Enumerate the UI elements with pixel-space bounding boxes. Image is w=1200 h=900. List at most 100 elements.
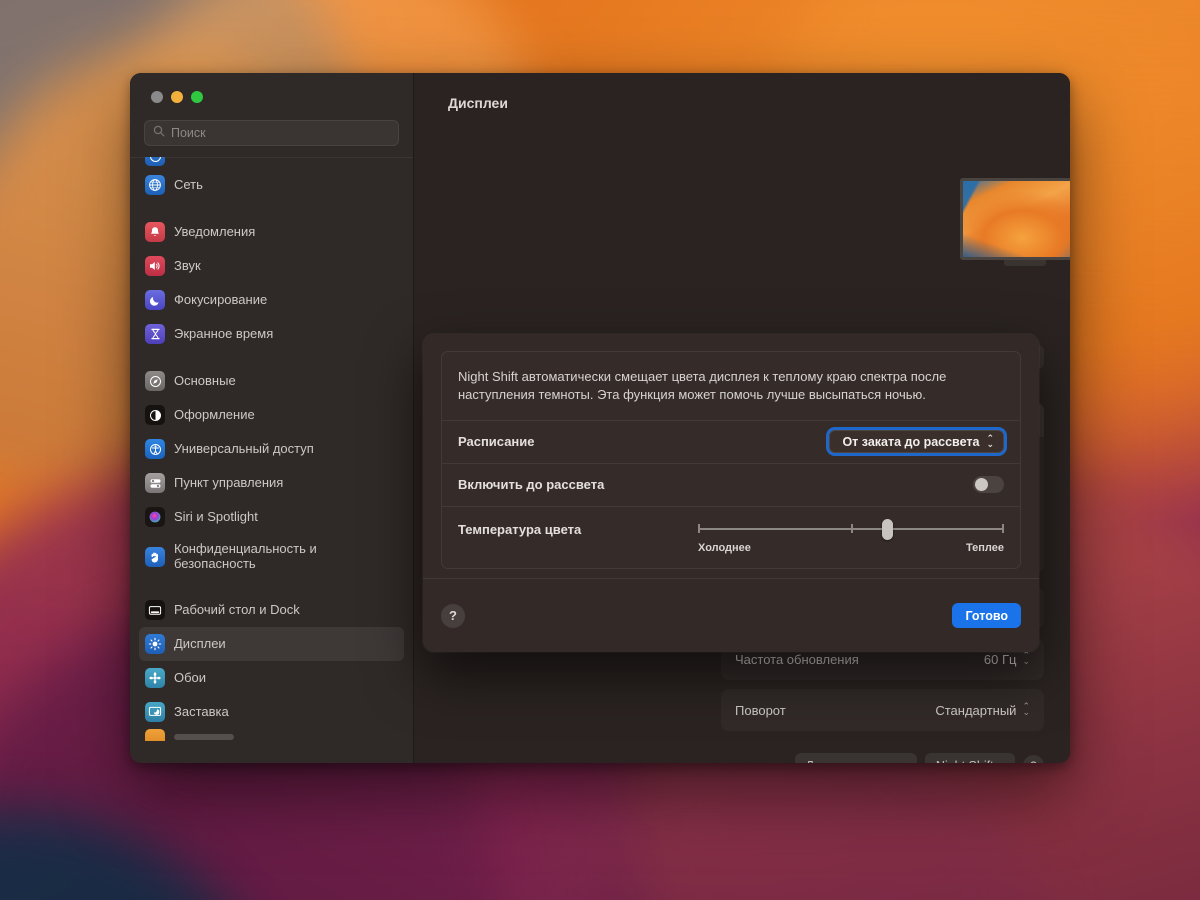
slider-min-label: Холоднее <box>698 541 751 554</box>
color-temperature-slider[interactable]: Холоднее Теплее <box>698 518 1004 554</box>
sidebar-item-label: Сеть <box>174 176 203 192</box>
sidebar-item-label: Конфиденциальность и безопасность <box>174 541 317 571</box>
sidebar-item-label: Заставка <box>174 703 229 719</box>
until-sunrise-row: Включить до рассвета <box>442 462 1020 506</box>
schedule-popup-button[interactable]: От заката до рассвета ⌃ ⌄ <box>829 430 1004 454</box>
displays-icon <box>145 634 165 654</box>
sidebar-item-partial-bottom[interactable] <box>139 729 404 741</box>
sidebar-item-label: Рабочий стол и Dock <box>174 601 300 617</box>
bottom-buttons: Дополнительно... Night Shift... ? <box>794 753 1044 763</box>
sidebar-item-label: Уведомления <box>174 223 256 239</box>
sidebar-item-displays[interactable]: Дисплеи <box>139 627 404 661</box>
wallpaper-icon <box>145 668 165 688</box>
sidebar: Сеть Уведомления <box>130 73 414 763</box>
rotation-label: Поворот <box>735 702 786 718</box>
search-container <box>130 120 413 157</box>
search-icon <box>153 124 165 142</box>
night-shift-dialog: Night Shift автоматически смещает цвета … <box>423 334 1039 652</box>
rotation-row[interactable]: Поворот Стандартный ⌃ ⌄ <box>721 689 1044 731</box>
rotation-group: Поворот Стандартный ⌃ ⌄ <box>721 689 1044 731</box>
search-input[interactable] <box>171 126 390 140</box>
stepper-icon[interactable]: ⌃⌄ <box>1022 702 1030 716</box>
sound-icon <box>145 256 165 276</box>
stepper-icon[interactable]: ⌃⌄ <box>1022 651 1030 665</box>
sidebar-list[interactable]: Сеть Уведомления Звук Фокусирование Экра… <box>130 157 413 763</box>
sidebar-item-screensaver[interactable]: Заставка <box>139 695 404 729</box>
sidebar-item-accessibility[interactable]: Универсальный доступ <box>139 432 404 466</box>
until-sunrise-label: Включить до рассвета <box>458 477 605 493</box>
privacy-icon <box>145 547 165 567</box>
sidebar-item-label: Фокусирование <box>174 291 268 307</box>
sidebar-item-siri-spotlight[interactable]: Siri и Spotlight <box>139 500 404 534</box>
until-sunrise-toggle[interactable] <box>973 476 1004 494</box>
sidebar-item-privacy-security[interactable]: Конфиденциальность и безопасность <box>139 534 404 580</box>
sidebar-item-wallpaper[interactable]: Обои <box>139 661 404 695</box>
search-field[interactable] <box>144 120 399 146</box>
sidebar-item-network[interactable]: Сеть <box>139 168 404 202</box>
screen-time-icon <box>145 324 165 344</box>
desktop-wallpaper: Сеть Уведомления <box>0 0 1200 900</box>
appearance-icon <box>145 405 165 425</box>
slider-labels: Холоднее Теплее <box>698 542 1004 554</box>
schedule-value: От заката до рассвета <box>842 434 980 449</box>
sidebar-item-control-center[interactable]: Пункт управления <box>139 466 404 500</box>
notifications-icon <box>145 222 165 242</box>
sidebar-item-label: Основные <box>174 372 236 388</box>
sidebar-item-partial-top[interactable] <box>139 157 404 166</box>
sidebar-item-notifications[interactable]: Уведомления <box>139 215 404 249</box>
sidebar-item-screen-time[interactable]: Экранное время <box>139 317 404 351</box>
control-center-icon <box>145 473 165 493</box>
stepper-icon: ⌃ ⌄ <box>986 433 994 449</box>
network-icon <box>145 175 165 195</box>
refresh-rate-label: Частота обновления <box>735 651 859 667</box>
schedule-row: Расписание От заката до рассвета ⌃ ⌄ <box>442 419 1020 463</box>
display-screen-preview <box>960 178 1070 260</box>
color-temperature-row: Температура цвета Холоднее Теплее <box>442 505 1020 568</box>
sidebar-item-label: Оформление <box>174 406 255 422</box>
advanced-button[interactable]: Дополнительно... <box>794 753 917 763</box>
sidebar-divider <box>130 157 413 158</box>
slider-track[interactable] <box>698 518 1004 540</box>
sidebar-item-focus[interactable]: Фокусирование <box>139 283 404 317</box>
accessibility-icon <box>145 439 165 459</box>
sidebar-item-label: Дисплеи <box>174 635 226 651</box>
night-shift-button[interactable]: Night Shift... <box>924 753 1015 763</box>
sidebar-item-desktop-dock[interactable]: Рабочий стол и Dock <box>139 593 404 627</box>
sidebar-item-label: Обои <box>174 669 207 685</box>
refresh-rate-value[interactable]: 60 Гц ⌃ ⌄ <box>984 651 1030 666</box>
help-button[interactable]: ? <box>441 603 465 628</box>
sidebar-item-general[interactable]: Основные <box>139 364 404 398</box>
close-button[interactable] <box>151 90 163 103</box>
minimize-button[interactable] <box>171 90 183 103</box>
night-shift-body: Night Shift автоматически смещает цвета … <box>423 334 1039 569</box>
sidebar-item-label: Пункт управления <box>174 474 284 490</box>
zoom-button[interactable] <box>191 90 203 103</box>
sidebar-item-appearance[interactable]: Оформление <box>139 398 404 432</box>
system-settings-window: Сеть Уведомления <box>130 73 1070 763</box>
color-temperature-label: Температура цвета <box>458 521 582 537</box>
siri-icon <box>145 507 165 527</box>
screensaver-icon <box>145 702 165 722</box>
slider-max-label: Теплее <box>965 541 1004 554</box>
slider-thumb[interactable] <box>882 518 894 540</box>
sidebar-item-label: Экранное время <box>174 325 274 341</box>
night-shift-footer: ? Готово <box>423 578 1039 652</box>
general-icon <box>145 371 165 391</box>
display-thumbnail[interactable] <box>960 178 1070 266</box>
sidebar-item-sound[interactable]: Звук <box>139 249 404 283</box>
sidebar-item-label: Siri и Spotlight <box>174 508 258 524</box>
rotation-value[interactable]: Стандартный ⌃ ⌄ <box>935 702 1030 717</box>
done-button[interactable]: Готово <box>952 603 1021 628</box>
help-button[interactable]: ? <box>1023 755 1044 763</box>
night-shift-group: Night Shift автоматически смещает цвета … <box>441 351 1021 569</box>
traffic-lights <box>130 73 413 120</box>
desktop-dock-icon <box>145 600 165 620</box>
slider-tick-min <box>698 524 700 534</box>
slider-tick-max <box>1002 524 1004 534</box>
sidebar-item-label: Универсальный доступ <box>174 440 314 456</box>
schedule-label: Расписание <box>458 434 535 450</box>
night-shift-description: Night Shift автоматически смещает цвета … <box>458 369 947 403</box>
